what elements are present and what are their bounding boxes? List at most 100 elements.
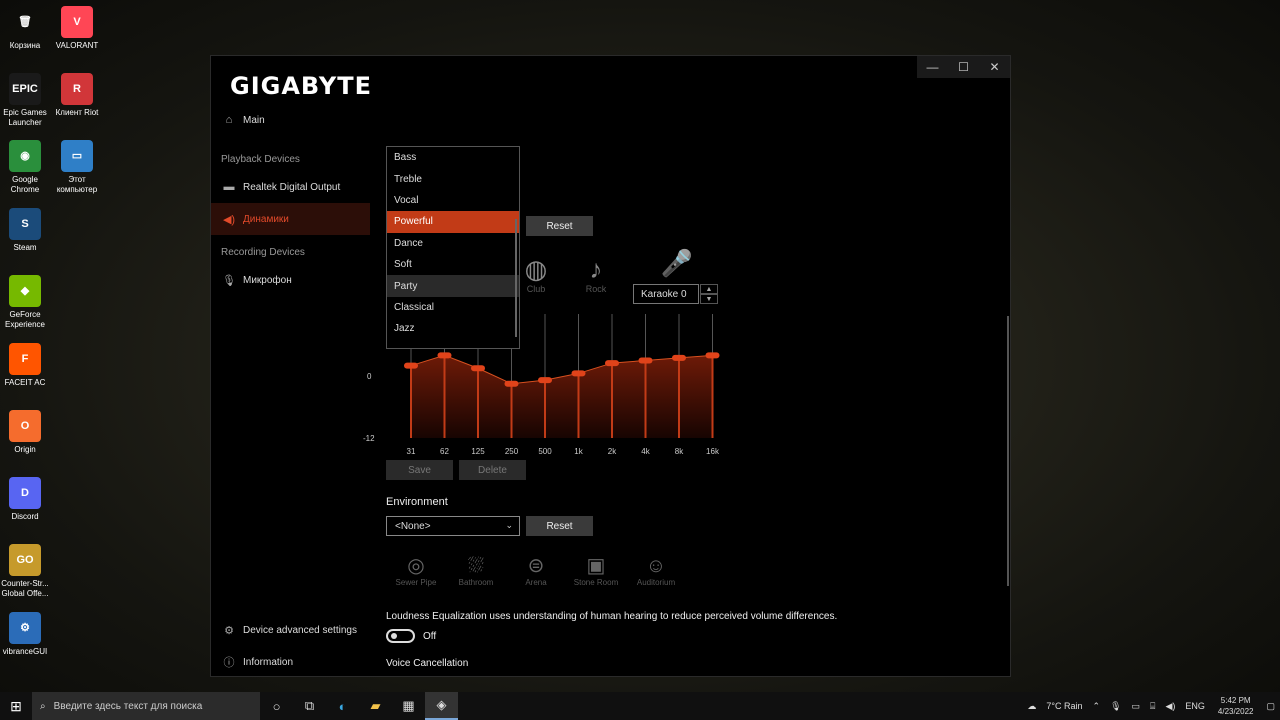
desktop-icon[interactable]: GO Counter-Str... Global Offe... [0,544,50,599]
environment-select[interactable]: <None> ⌄ [386,516,520,536]
microphone-icon: 🎤 [660,248,694,278]
eq-band-handle[interactable] [571,370,586,377]
preset-club[interactable]: ◍ Club [516,254,556,294]
env-bathroom[interactable]: ⛆ Bathroom [446,554,506,587]
notifications-icon[interactable]: ▢ [1266,701,1275,712]
karaoke-level-field[interactable]: Karaoke 0 [633,284,699,304]
dropdown-option[interactable]: Bass [387,147,519,168]
nav-device-advanced-settings[interactable]: ⚙ Device advanced settings [211,614,370,646]
nav-speakers[interactable]: ◀) Динамики [211,203,370,235]
start-button[interactable]: ⊞ [0,692,32,720]
desktop-app-icon: ◆ [9,275,41,307]
taskbar-store[interactable]: ▦ [392,692,425,720]
dropdown-option[interactable]: Dance [387,233,519,254]
language-indicator[interactable]: ENG [1185,701,1205,711]
preset-rock[interactable]: ♪ Rock [576,254,616,294]
dropdown-option[interactable]: Classical [387,297,519,318]
eq-band-handle[interactable] [672,354,686,361]
volume-icon[interactable]: ◀) [1165,701,1175,712]
eq-reset-button[interactable]: Reset [526,216,593,236]
eq-save-button[interactable]: Save [386,460,453,480]
eq-band-handle[interactable] [404,362,418,369]
nav-information-label: Information [243,656,294,668]
task-view-button[interactable]: ⧉ [293,692,326,720]
eq-band-handle[interactable] [471,365,485,372]
preset-karaoke[interactable]: 🎤 [657,248,697,278]
desktop-app-icon: O [9,410,41,442]
desktop-app-icon: S [9,208,41,240]
desktop-icon[interactable]: S Steam [0,208,50,253]
desktop-icon[interactable]: V VALORANT [52,6,102,51]
desktop-icon-label: Steam [13,243,37,252]
mic-tray-icon[interactable]: 🎙 [1110,701,1121,712]
desktop-icon[interactable]: ◆ GeForce Experience [0,275,50,330]
eq-preset-dropdown-list: Bass Treble Vocal Powerful Dance Soft Party Cla… [386,146,520,349]
nav-information[interactable]: ⓘ Information [211,646,370,678]
environment-reset-button[interactable]: Reset [526,516,593,536]
preset-rock-label: Rock [585,284,607,294]
desktop-icon[interactable]: D Discord [0,477,50,522]
desktop-icon[interactable]: ⚙ vibranceGUI [0,612,50,657]
loudness-toggle[interactable] [386,629,415,643]
eq-band-handle[interactable] [504,380,519,387]
nav-microphone[interactable]: 🎙 Микрофон [211,264,370,296]
karaoke-increase-button[interactable]: ▲ [700,284,718,294]
desktop-icon[interactable]: EPIC Epic Games Launcher [0,73,50,128]
search-icon: ⌕ [40,700,46,712]
desktop-icon[interactable]: R Клиент Riot [52,73,102,118]
network-icon[interactable]: ⌸ [1150,701,1155,712]
nav-main-label: Main [243,114,265,126]
close-button[interactable]: ✕ [979,56,1010,78]
taskbar-search[interactable]: ⌕ Введите здесь текст для поиска [32,692,260,720]
nav-main[interactable]: ⌂ Main [211,104,370,136]
desktop-icon[interactable]: ◉ Google Chrome [0,140,50,195]
desktop-icon[interactable]: F FACEIT AC [0,343,50,388]
dropdown-option[interactable]: Powerful [387,211,519,233]
loudness-description: Loudness Equalization uses understanding… [386,611,838,622]
eq-band-handle[interactable] [437,352,452,359]
desktop-icon[interactable]: 🗑 Корзина [0,6,50,51]
desktop-icon[interactable]: ▭ Этот компьютер [52,140,102,195]
env-arena[interactable]: ⊜ Arena [506,554,566,587]
gigabyte-audio-window: — ☐ ✕ GIGABYTE ⌂ Main Playback Devices ▬… [210,55,1011,677]
dropdown-option[interactable]: Jazz [387,318,519,339]
dropdown-option[interactable]: Vocal [387,190,519,211]
nav-realtek-digital-output[interactable]: ▬ Realtek Digital Output [211,171,370,203]
eq-delete-button[interactable]: Delete [459,460,526,480]
chevron-up-icon[interactable]: ⌃ [1093,701,1101,712]
window-controls: — ☐ ✕ [917,56,1010,78]
weather-text[interactable]: 7°C Rain [1046,701,1082,711]
minimize-button[interactable]: — [917,56,948,78]
eq-band-handle[interactable] [705,352,720,359]
eq-band-label: 8k [675,447,684,456]
maximize-button[interactable]: ☐ [948,56,979,78]
eq-curve-fill [411,355,713,438]
loudness-state: Off [423,631,437,642]
env-stone-room[interactable]: ▣ Stone Room [566,554,626,587]
taskbar-gigabyte-audio[interactable]: ◈ [425,692,458,720]
search-placeholder: Введите здесь текст для поиска [53,700,203,712]
dropdown-option[interactable]: Treble [387,168,519,189]
eq-band-handle[interactable] [605,360,619,367]
clock[interactable]: 5:42 PM 4/23/2022 [1218,695,1254,717]
nav-realtek-label: Realtek Digital Output [243,181,341,193]
env-auditorium[interactable]: ☺ Auditorium [626,554,686,587]
cortana-button[interactable]: ○ [260,692,293,720]
desktop-icon-label: FACEIT AC [4,378,46,387]
dropdown-option[interactable]: Soft [387,254,519,275]
main-scrollbar[interactable] [1007,316,1009,586]
dropdown-scrollbar[interactable] [515,219,517,337]
desktop-icon[interactable]: O Origin [0,410,50,455]
monitor-tray-icon[interactable]: ▭ [1132,701,1141,712]
eq-y-label-zero: 0 [367,372,372,381]
dropdown-option[interactable]: Party [387,275,519,297]
env-sewer-pipe[interactable]: ◎ Sewer Pipe [386,554,446,587]
taskbar-edge[interactable]: ◐ [326,692,359,720]
desktop-icon-label: Epic Games Launcher [3,108,47,127]
eq-band-handle[interactable] [538,377,552,384]
eq-band-label: 125 [471,447,485,456]
karaoke-decrease-button[interactable]: ▼ [700,294,718,304]
eq-band-handle[interactable] [638,357,653,364]
gear-icon: ⚙ [224,624,234,637]
taskbar-file-explorer[interactable]: ▰ [359,692,392,720]
